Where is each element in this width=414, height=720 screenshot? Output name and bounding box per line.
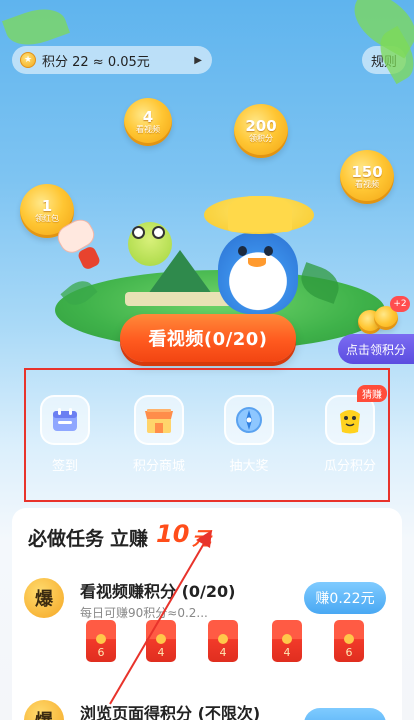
app-screen: ★ 积分 22 ≈ 0.05元 ▶ 规则 4 看视频 200 领积分 150 看… [0, 0, 414, 720]
action-label: 积分商城 [132, 459, 185, 474]
claim-badge: +2 [390, 296, 410, 312]
red-envelope[interactable]: 6 [334, 620, 364, 662]
red-envelope[interactable]: 4 [146, 620, 176, 662]
chevron-right-icon: ▶ [194, 54, 202, 66]
tasks-earn-unit: 元 [192, 528, 212, 550]
watch-video-button[interactable]: 看视频(0/20) [120, 314, 296, 362]
task-browse-page: 爆 浏览页面得积分 (不限次) [24, 700, 394, 720]
tasks-title: 必做任务 [28, 528, 105, 550]
action-points-mall[interactable]: 积分商城 [124, 395, 194, 474]
coin-reward-watch[interactable]: 4 看视频 [124, 98, 172, 146]
action-lottery[interactable]: 抽大奖 [214, 395, 284, 474]
calendar-icon [40, 395, 90, 445]
points-text: 积分 22 ≈ 0.05元 [42, 54, 150, 70]
action-share-points[interactable]: 猜赚 瓜分积分 [315, 385, 387, 474]
hot-tag: 猜赚 [357, 385, 387, 402]
red-envelope[interactable]: 6 [86, 620, 116, 662]
tasks-earn-amount: 10 [156, 520, 190, 548]
coin-icon: ★ [20, 52, 36, 68]
store-icon [134, 395, 184, 445]
tasks-earn-prefix: 立赚 [110, 528, 149, 550]
action-label: 签到 [51, 459, 78, 474]
task-title: 看视频赚积分 (0/20) [80, 582, 236, 601]
red-envelope[interactable]: 4 [208, 620, 238, 662]
compass-icon [224, 395, 274, 445]
coin-reward-points[interactable]: 200 领积分 [234, 104, 288, 158]
hot-icon: 爆 [24, 700, 64, 720]
action-label: 瓜分积分 [323, 459, 376, 474]
points-balance[interactable]: ★ 积分 22 ≈ 0.05元 ▶ [12, 46, 212, 74]
earn-button[interactable] [304, 708, 386, 720]
task-title: 浏览页面得积分 (不限次) [80, 704, 261, 720]
task-desc: 每日可赚90积分≈0.2... [80, 606, 208, 620]
red-envelope-row: 6 4 4 4 6 [86, 620, 386, 664]
claim-points-button[interactable]: 点击领积分 [338, 334, 414, 364]
task-watch-video: 爆 看视频赚积分 (0/20) 每日可赚90积分≈0.2... 赚0.22元 [24, 578, 394, 620]
red-envelope[interactable]: 4 [272, 620, 302, 662]
action-checkin[interactable]: 签到 [30, 395, 100, 474]
coin-reward-video[interactable]: 150 看视频 [340, 150, 394, 204]
bear-icon: 猜赚 [325, 385, 387, 445]
earn-button[interactable]: 赚0.22元 [304, 582, 386, 614]
hot-icon: 爆 [24, 578, 64, 618]
action-label: 抽大奖 [229, 459, 269, 474]
